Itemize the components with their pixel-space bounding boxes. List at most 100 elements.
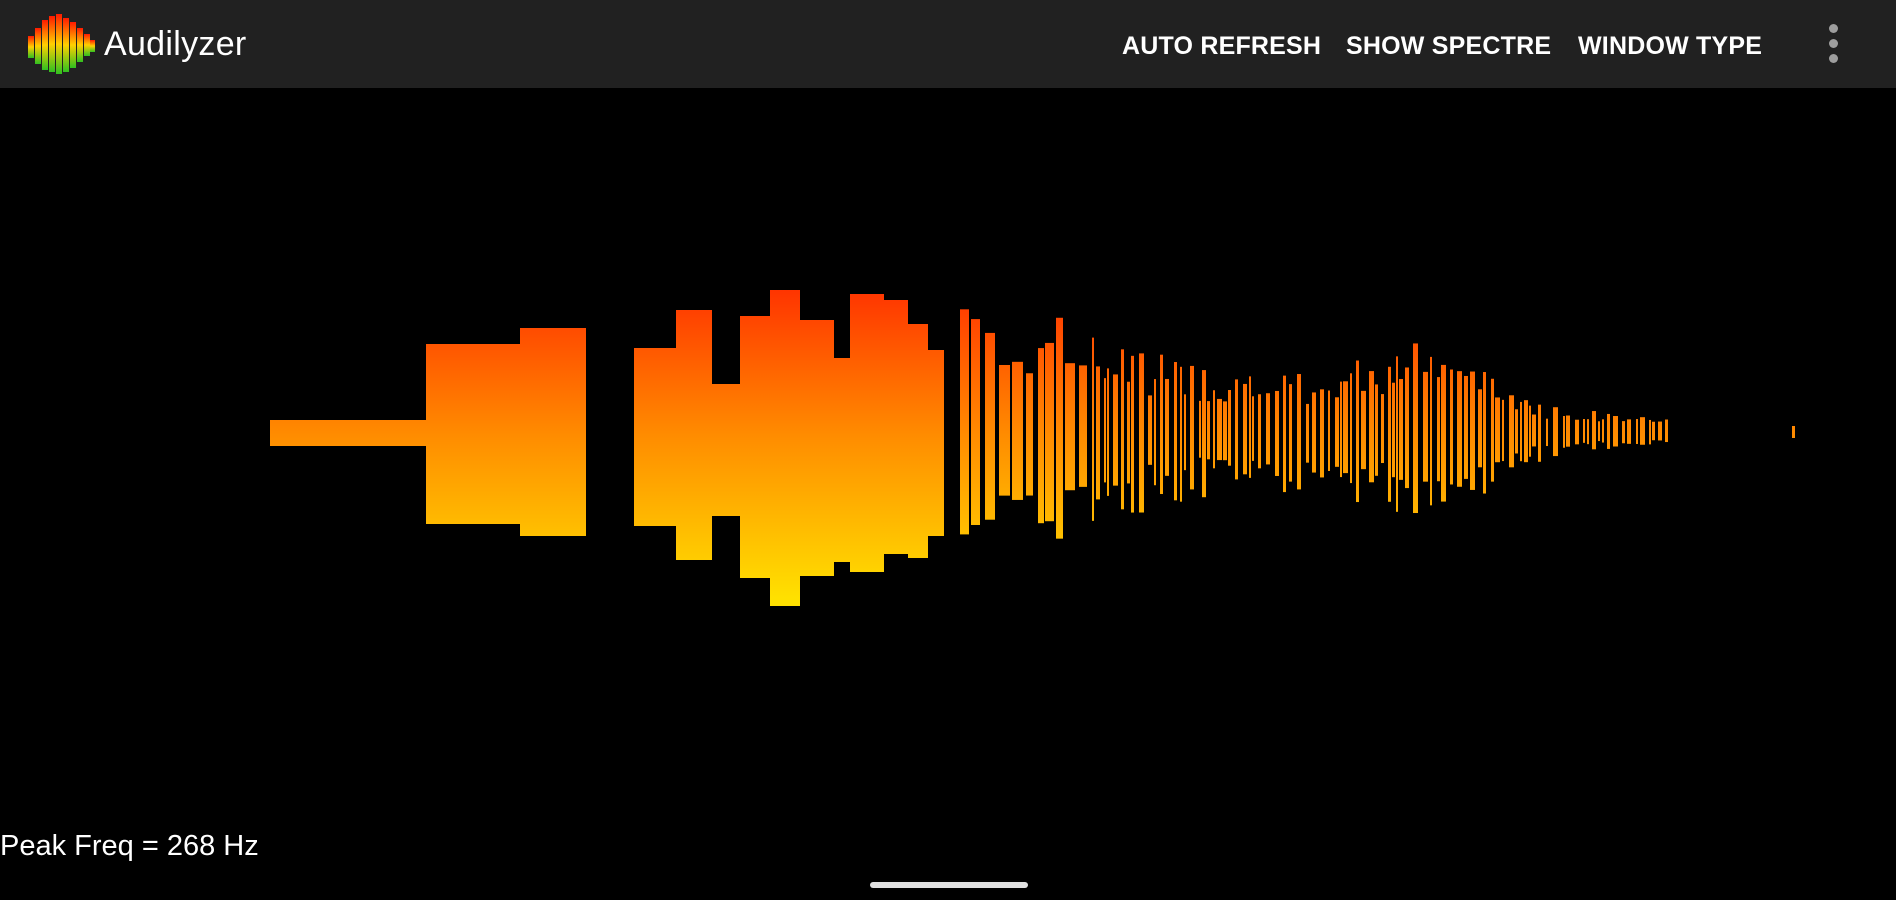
waveform-bar (1335, 397, 1339, 467)
waveform-bar (1538, 404, 1541, 462)
waveform-bar (1235, 379, 1238, 480)
waveform-bar (834, 358, 850, 562)
waveform-bar (1636, 419, 1638, 444)
waveform-bar (1223, 401, 1227, 461)
app-title: Audilyzer (104, 25, 247, 63)
waveform-bar (1375, 384, 1378, 476)
waveform-bar (1457, 371, 1462, 487)
waveform-bar (1396, 356, 1398, 512)
waveform-bar (1165, 378, 1169, 476)
overflow-dot (1829, 39, 1838, 48)
waveform-bar (800, 320, 834, 576)
waveform-bar (1202, 370, 1206, 498)
waveform-bar (1649, 419, 1651, 445)
waveform-bar (1104, 378, 1106, 483)
waveform-bar (770, 290, 800, 606)
waveform-bar (270, 420, 426, 446)
waveform-bar (1306, 403, 1309, 463)
waveform-bar (1026, 373, 1033, 496)
show-spectre-button[interactable]: SHOW SPECTRE (1346, 26, 1551, 66)
waveform-bar (1640, 417, 1645, 445)
waveform-bar (1275, 390, 1279, 476)
waveform-bar (1190, 365, 1194, 490)
auto-refresh-button[interactable]: AUTO REFRESH (1122, 26, 1321, 66)
waveform-bar (1532, 414, 1536, 447)
waveform-bar (740, 316, 772, 578)
waveform-bar (1392, 382, 1395, 478)
waveform-bar (1361, 390, 1366, 470)
waveform-logo-icon (28, 14, 95, 74)
waveform-bar (1563, 416, 1565, 448)
waveform-bar (1430, 356, 1432, 506)
peak-frequency-label: Peak Freq = 268 Hz (0, 830, 259, 862)
waveform-bar (1502, 399, 1504, 462)
waveform-bar (1107, 368, 1109, 496)
waveform-bar (1470, 371, 1475, 490)
waveform-bar (1423, 371, 1428, 482)
waveform-bar (1154, 379, 1156, 486)
waveform-bar (1174, 362, 1177, 501)
waveform-bar (1607, 413, 1610, 449)
waveform-bar (1045, 342, 1054, 522)
waveform-bar (1652, 421, 1655, 441)
waveform-bar (1350, 373, 1352, 484)
waveform-bar (1381, 394, 1384, 464)
waveform-bar (1012, 361, 1023, 500)
waveform-bar (1658, 421, 1662, 441)
waveform-bar (1228, 390, 1231, 466)
waveform-bar (676, 310, 712, 560)
waveform-bar (1283, 375, 1286, 493)
more-vert-icon[interactable] (1816, 18, 1852, 70)
waveform-bar (1038, 348, 1044, 524)
waveform-bar (1113, 374, 1118, 486)
waveform-bar (1520, 401, 1522, 462)
waveform-bar (1127, 381, 1130, 484)
overflow-dot (1829, 24, 1838, 33)
waveform-bar (960, 309, 969, 535)
waveform-bar (1478, 389, 1482, 468)
waveform-bar (1627, 419, 1631, 444)
waveform-bar (1297, 374, 1301, 490)
waveform-bar (1450, 369, 1453, 485)
waveform-bar (1217, 398, 1222, 461)
waveform-bar (1065, 363, 1075, 491)
waveform-bar (1328, 390, 1330, 471)
waveform-bar (1096, 366, 1100, 500)
waveform-bar (1587, 419, 1589, 445)
waveform-bar (1553, 407, 1558, 457)
waveform-bars (270, 290, 1795, 606)
waveform-bar (1399, 379, 1403, 480)
waveform-bar (1258, 394, 1261, 469)
waveform-bar (1249, 376, 1251, 478)
waveform-bar (1515, 409, 1518, 454)
waveform-bar (1464, 375, 1468, 479)
waveform-bar (1566, 415, 1570, 447)
waveform-bar (1665, 419, 1668, 443)
waveform-bar (1079, 365, 1087, 487)
waveform-bar (1483, 372, 1486, 494)
waveform-bar (1546, 418, 1548, 447)
waveform-bar (426, 344, 522, 524)
overflow-dot (1829, 54, 1838, 63)
waveform-bar (1180, 366, 1182, 502)
audilyzer-screen: Audilyzer AUTO REFRESH SHOW SPECTRE WIND… (0, 0, 1896, 900)
waveform-bar (1413, 343, 1418, 514)
waveform-bar (1213, 390, 1215, 469)
waveform-bar (634, 348, 676, 526)
waveform-bar (1252, 396, 1254, 461)
waveform-bar (1199, 400, 1201, 458)
waveform-bar (1622, 421, 1625, 444)
waveform-bar (985, 332, 995, 520)
waveform-bar (1592, 411, 1596, 450)
waveform-bar (1529, 405, 1531, 457)
waveform-bar (1207, 401, 1210, 460)
window-type-button[interactable]: WINDOW TYPE (1578, 26, 1762, 66)
waveform-bar (1495, 397, 1500, 463)
waveform-bar (1320, 389, 1324, 478)
waveform-bar (1160, 354, 1163, 495)
waveform-bar (1243, 383, 1247, 475)
waveform-bar (712, 384, 742, 516)
home-indicator[interactable] (870, 882, 1028, 888)
waveform-bar (1092, 337, 1094, 521)
waveform-bar (1509, 395, 1514, 468)
